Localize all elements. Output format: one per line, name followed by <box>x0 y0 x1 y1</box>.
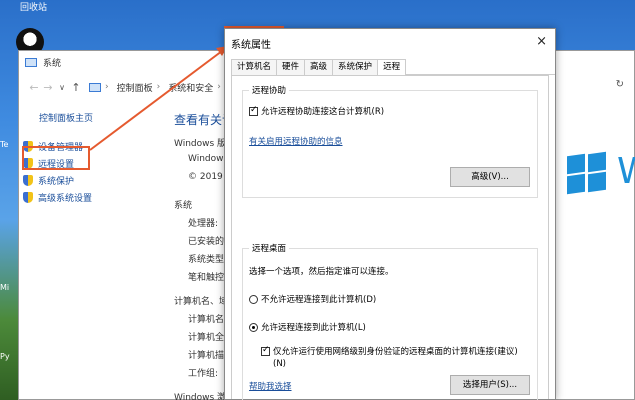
control-panel-home-link[interactable]: 控制面板主页 <box>39 111 163 124</box>
computer-icon <box>25 57 37 67</box>
shield-icon <box>23 175 33 186</box>
sidebar-item-advanced-settings[interactable]: 高级系统设置 <box>23 189 163 206</box>
advanced-button[interactable]: 高级(V)... <box>450 167 530 187</box>
radio-unchecked-icon <box>249 295 258 304</box>
control-panel-icon <box>89 82 101 92</box>
desktop-item-label: Te <box>0 140 9 149</box>
radio-disallow-remote[interactable]: 不允许远程连接到此计算机(D) <box>249 293 376 305</box>
tab-remote[interactable]: 远程 <box>377 59 407 76</box>
forward-arrow-icon[interactable]: → <box>41 81 55 94</box>
checkbox-label: 允许远程协助连接这台计算机(R) <box>261 107 385 117</box>
checkbox-checked-icon <box>261 345 270 356</box>
select-users-button[interactable]: 选择用户(S)... <box>450 375 530 395</box>
remote-desktop-group: 远程桌面 选择一个选项，然后指定谁可以连接。 不允许远程连接到此计算机(D) 允… <box>242 242 538 400</box>
recycle-bin-label: 回收站 <box>20 3 48 13</box>
breadcrumb-control-panel[interactable]: 控制面板 <box>117 81 153 94</box>
shield-icon <box>23 192 33 203</box>
remote-desktop-instruction: 选择一个选项，然后指定谁可以连接。 <box>249 267 394 277</box>
radio-checked-icon <box>249 323 258 332</box>
remote-assistance-help-link[interactable]: 有关启用远程协助的信息 <box>249 135 343 147</box>
dialog-titlebar: 系统属性 <box>225 29 555 57</box>
checkbox-checked-icon <box>249 105 258 116</box>
nla-only-label-suffix: (N) <box>273 359 286 369</box>
tab-hardware[interactable]: 硬件 <box>276 59 306 75</box>
highlight-remote-settings <box>22 146 90 170</box>
windows-logo-icon <box>567 151 607 195</box>
system-window-title: 系统 <box>43 58 62 69</box>
sidebar-item-label: 系统保护 <box>38 177 75 187</box>
recent-dropdown-icon[interactable]: ∨ <box>55 83 69 92</box>
tab-system-protection[interactable]: 系统保护 <box>332 59 379 75</box>
system-properties-dialog: 系统属性 × 计算机名 硬件 高级 系统保护 远程 远程协助 允许远程协助连接这… <box>224 28 556 400</box>
remote-assistance-group: 远程协助 允许远程协助连接这台计算机(R) 有关启用远程协助的信息 高级(V).… <box>242 84 538 198</box>
tab-advanced[interactable]: 高级 <box>304 59 334 75</box>
nla-only-checkbox[interactable]: 仅允许运行使用网络级别身份验证的远程桌面的计算机连接(建议) <box>261 345 518 357</box>
windows-brand-text: W <box>617 151 635 192</box>
allow-remote-assistance-checkbox[interactable]: 允许远程协助连接这台计算机(R) <box>249 105 384 117</box>
desktop-item-label: Py <box>0 352 10 361</box>
remote-tab-panel: 远程协助 允许远程协助连接这台计算机(R) 有关启用远程协助的信息 高级(V).… <box>231 75 549 400</box>
back-arrow-icon[interactable]: ← <box>27 81 41 94</box>
tab-computer-name[interactable]: 计算机名 <box>231 59 278 75</box>
up-arrow-icon[interactable]: ↑ <box>69 81 83 94</box>
sidebar-item-label: 高级系统设置 <box>38 194 93 204</box>
group-title: 远程桌面 <box>249 242 290 254</box>
sidebar-item-system-protection[interactable]: 系统保护 <box>23 172 163 189</box>
radio-label: 允许远程连接到此计算机(L) <box>261 323 366 333</box>
help-me-choose-link[interactable]: 帮助我选择 <box>249 380 292 392</box>
radio-allow-remote[interactable]: 允许远程连接到此计算机(L) <box>249 321 366 333</box>
refresh-icon[interactable]: ↻ <box>616 79 624 90</box>
desktop-item-label: Mi <box>0 283 10 292</box>
radio-label: 不允许远程连接到此计算机(D) <box>261 295 377 305</box>
tab-strip: 计算机名 硬件 高级 系统保护 远程 <box>231 59 555 76</box>
checkbox-label: 仅允许运行使用网络级别身份验证的远程桌面的计算机连接(建议) <box>273 347 518 357</box>
dialog-title: 系统属性 <box>231 39 271 51</box>
close-icon[interactable]: × <box>536 34 547 49</box>
breadcrumb-system-security[interactable]: 系统和安全 <box>168 81 213 94</box>
group-title: 远程协助 <box>249 84 290 96</box>
